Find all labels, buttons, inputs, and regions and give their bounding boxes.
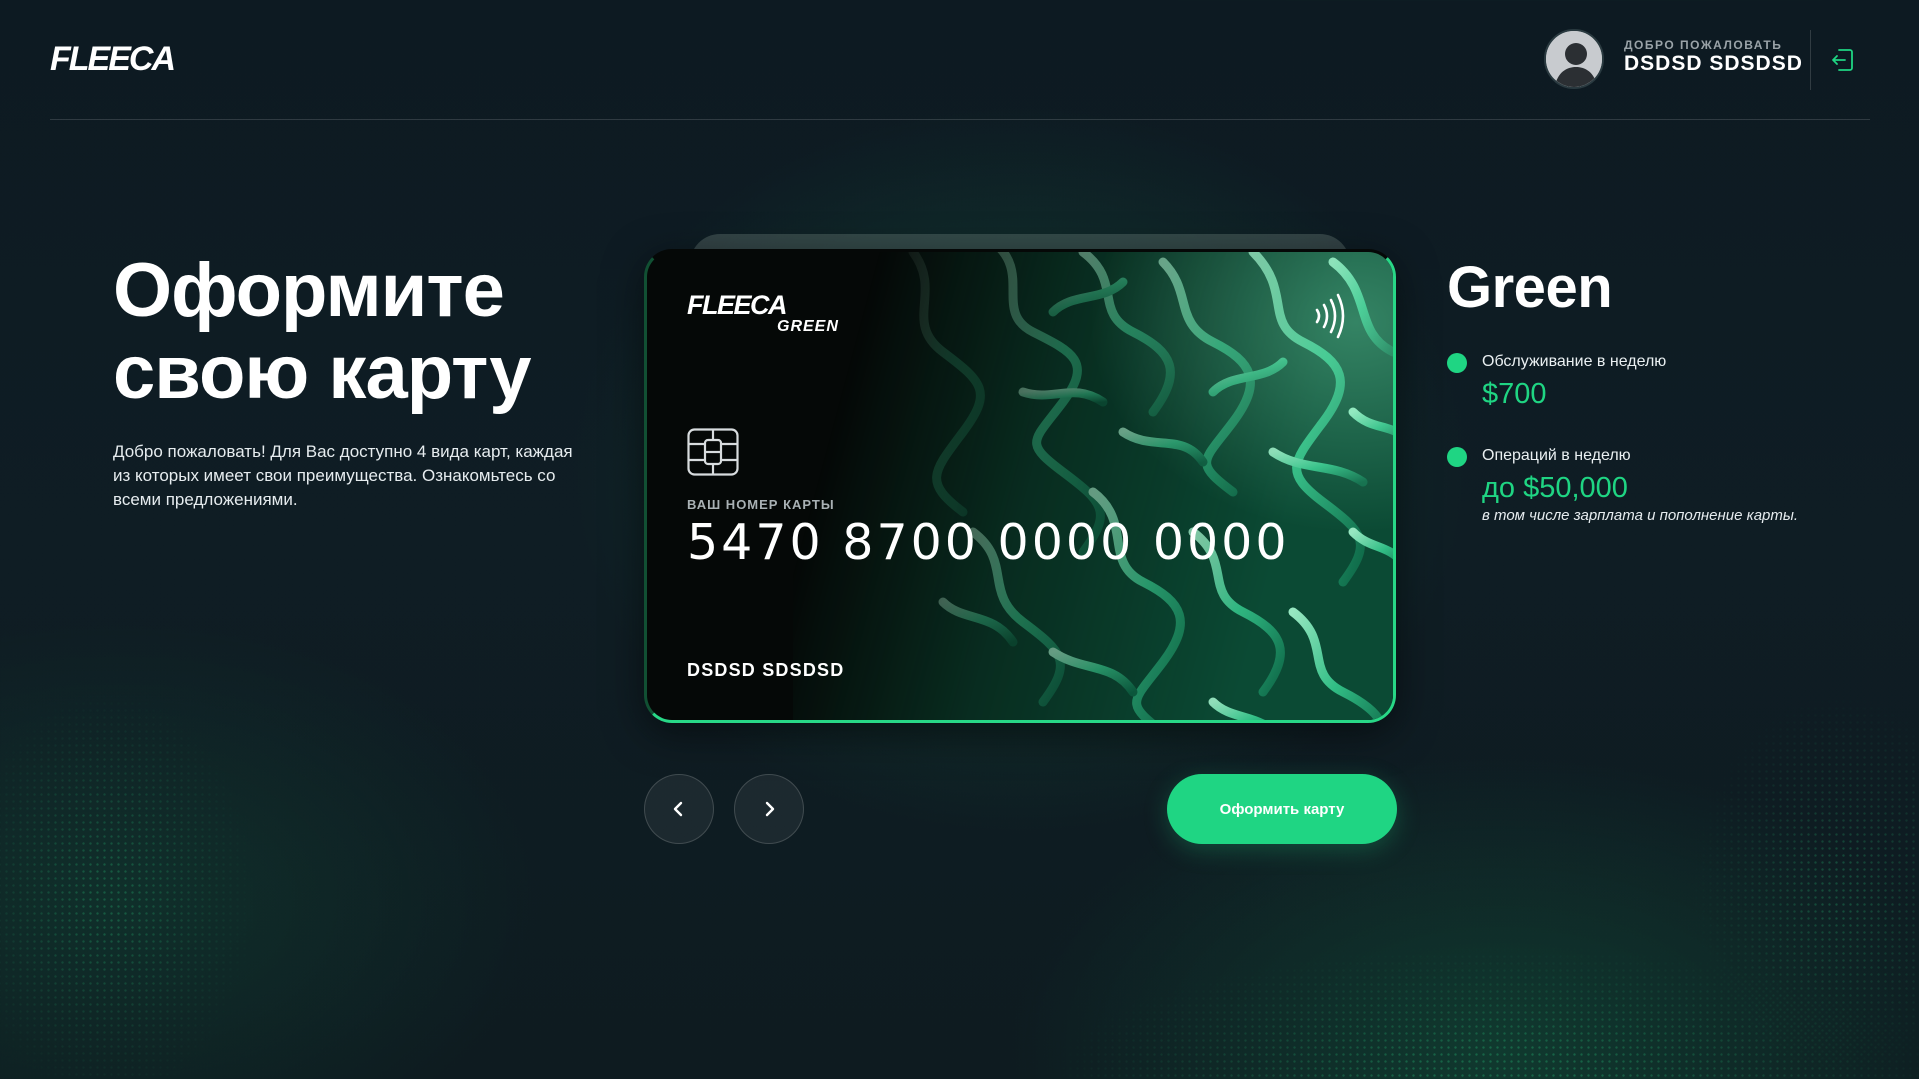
card-number-label: ВАШ НОМЕР КАРТЫ <box>687 497 835 512</box>
next-card-button[interactable] <box>734 774 804 844</box>
feature-label-service: Обслуживание в неделю <box>1482 353 1667 370</box>
avatar <box>1544 29 1604 89</box>
fleeca-logo: FLEECA <box>50 40 176 78</box>
feature-note-operations: в том числе зарплата и пополнение карты. <box>1482 507 1799 524</box>
background-dots-bottom <box>780 820 1919 1079</box>
user-silhouette-icon <box>1546 31 1602 87</box>
page-title-line-1: Оформите <box>113 248 505 333</box>
card-chip-icon <box>687 428 739 476</box>
card-number: 5470 8700 0000 0000 <box>687 514 1290 571</box>
welcome-label: ДОБРО ПОЖАЛОВАТЬ <box>1624 38 1783 52</box>
feature-bullet <box>1447 447 1467 467</box>
background-dots-right <box>1560 600 1919 1079</box>
hero-description: Добро пожаловать! Для Вас доступно 4 вид… <box>113 442 573 509</box>
contactless-icon <box>1315 293 1345 339</box>
feature-value-service: $700 <box>1482 378 1547 410</box>
prev-card-button[interactable] <box>644 774 714 844</box>
card-tier-label: GREEN <box>777 318 839 335</box>
bank-card: FLEECA GREEN ВАШ НОМЕР КАРТЫ 5470 8700 0… <box>644 249 1396 723</box>
card-glow <box>647 252 1393 720</box>
card-holder-name: DSDSD SDSDSD <box>687 660 845 680</box>
header-divider <box>1810 30 1811 90</box>
page-title: Оформите свою карту <box>113 250 633 414</box>
user-name: DSDSD SDSDSD <box>1624 52 1803 75</box>
header-separator <box>50 119 1870 120</box>
feature-label-operations: Операций в неделю <box>1482 447 1631 464</box>
card-tier-title: Green <box>1447 255 1613 320</box>
apply-card-button[interactable]: Оформить карту <box>1167 774 1397 844</box>
feature-value-operations: до $50,000 <box>1482 472 1628 504</box>
chevron-left-icon <box>673 801 683 817</box>
background-dots-left <box>0 560 360 1079</box>
page-title-line-2: свою карту <box>113 330 532 415</box>
card-logo: FLEECA <box>687 290 788 320</box>
chevron-right-icon <box>765 801 775 817</box>
logout-button[interactable] <box>1822 40 1862 80</box>
logout-icon <box>1832 49 1853 71</box>
feature-bullet <box>1447 353 1467 373</box>
